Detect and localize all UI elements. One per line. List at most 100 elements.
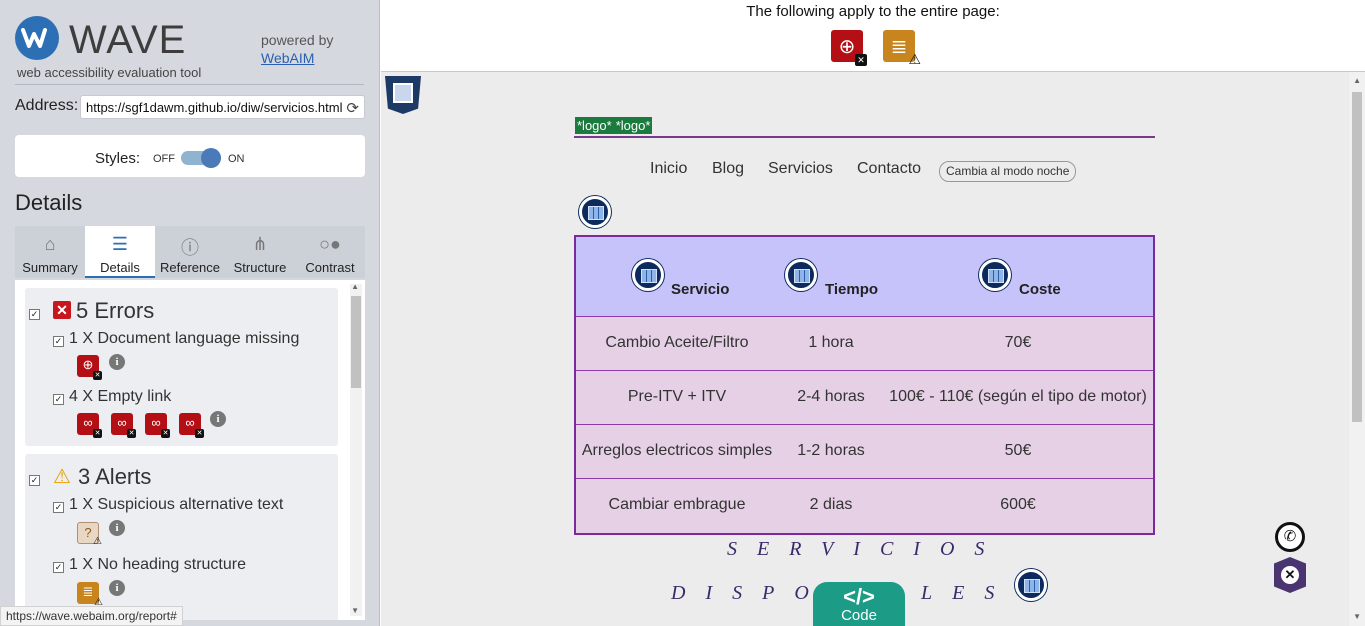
shield-close-icon[interactable]: ✕ bbox=[1274, 557, 1306, 593]
language-missing-icon[interactable]: ⊕ ✕ bbox=[77, 355, 102, 380]
tab-structure[interactable]: ⋔ Structure bbox=[225, 226, 295, 278]
styles-toggle-knob[interactable] bbox=[201, 148, 221, 168]
scroll-down-icon[interactable]: ▼ bbox=[351, 606, 359, 615]
error-item-checkbox[interactable]: ✓ bbox=[53, 394, 64, 405]
empty-link-icon[interactable]: ∞ ✕ bbox=[179, 413, 204, 438]
webaim-link[interactable]: WebAIM bbox=[261, 50, 314, 66]
table-cell: 100€ - 110€ (según el tipo de motor) bbox=[889, 388, 1147, 405]
alert-item-checkbox[interactable]: ✓ bbox=[53, 502, 64, 513]
scroll-down-icon[interactable]: ▼ bbox=[1353, 612, 1361, 621]
tab-structure-label: Structure bbox=[233, 260, 287, 275]
tab-reference-label: Reference bbox=[160, 260, 220, 275]
scroll-up-icon[interactable]: ▲ bbox=[351, 282, 359, 291]
table-row: Arreglos electricos simples 1-2 horas 50… bbox=[576, 425, 1153, 479]
alerts-checkbox[interactable]: ✓ bbox=[29, 475, 40, 486]
tab-contrast[interactable]: ○● Contrast bbox=[295, 226, 365, 278]
tab-contrast-label: Contrast bbox=[305, 260, 355, 275]
panel-scrollbar-thumb[interactable] bbox=[351, 296, 361, 388]
empty-link-icon[interactable]: ∞ ✕ bbox=[111, 413, 136, 438]
language-missing-icon[interactable]: ⊕ ✕ bbox=[831, 30, 867, 66]
panel-tabs: ⌂ Summary ☰ Details ⓘ Reference ⋔ Struct… bbox=[15, 226, 365, 278]
errors-checkbox[interactable]: ✓ bbox=[29, 309, 40, 320]
wave-logo-word: WAVE bbox=[69, 18, 187, 62]
wave-logo-icon bbox=[15, 16, 59, 60]
table-cell: Cambiar embrague bbox=[608, 496, 746, 513]
table-header-icon[interactable] bbox=[979, 259, 1011, 291]
styles-on-label: ON bbox=[228, 153, 245, 165]
logo-text: *logo* bbox=[575, 117, 614, 134]
empty-link-icon[interactable]: ∞ ✕ bbox=[77, 413, 102, 438]
alert-icon: ⚠ bbox=[53, 466, 71, 488]
sitemap-icon: ⋔ bbox=[252, 234, 268, 254]
info-icon[interactable]: i bbox=[109, 580, 125, 596]
suspicious-alt-text-icon[interactable]: ? ⚠ bbox=[77, 522, 102, 547]
table-header-icon[interactable] bbox=[785, 259, 817, 291]
contrast-icon: ○● bbox=[319, 234, 341, 254]
data-table-icon[interactable] bbox=[1015, 569, 1047, 601]
styles-toggle-box: Styles: OFF ON bbox=[15, 135, 365, 177]
table-header: Servicio Tiempo Coste bbox=[576, 237, 1153, 317]
info-icon[interactable]: i bbox=[210, 411, 226, 427]
wave-logo[interactable]: WAVE web accessibility evaluation tool bbox=[15, 14, 255, 80]
status-bar-url: https://wave.webaim.org/report# bbox=[0, 606, 183, 626]
table-cell: 50€ bbox=[1004, 442, 1032, 459]
scroll-up-icon[interactable]: ▲ bbox=[1353, 76, 1361, 85]
code-button-label: Code bbox=[841, 607, 877, 624]
address-value: https://sgf1dawm.github.io/diw/servicios… bbox=[86, 100, 343, 115]
tab-summary[interactable]: ⌂ Summary bbox=[15, 226, 85, 278]
alert-item-label[interactable]: 1 X No heading structure bbox=[69, 556, 246, 574]
table-header-cell: Servicio bbox=[671, 281, 730, 298]
logo-text: *logo* bbox=[613, 117, 653, 134]
table-header-icon[interactable] bbox=[632, 259, 664, 291]
alerts-group: ✓ ⚠ 3 Alerts ✓ 1 X Suspicious alternativ… bbox=[25, 454, 338, 620]
nav-servicios[interactable]: Servicios bbox=[768, 160, 833, 178]
nav-contacto[interactable]: Contacto bbox=[857, 160, 921, 178]
tab-details[interactable]: ☰ Details bbox=[85, 226, 155, 278]
code-button[interactable]: </> Code bbox=[813, 582, 905, 626]
error-item-label[interactable]: 1 X Document language missing bbox=[69, 330, 299, 348]
table-cell: Arreglos electricos simples bbox=[581, 442, 773, 459]
table-cell: 1-2 horas bbox=[797, 442, 865, 459]
error-item-checkbox[interactable]: ✓ bbox=[53, 336, 64, 347]
whatsapp-icon[interactable]: ✆ bbox=[1275, 522, 1305, 552]
reload-icon[interactable]: ⟳ bbox=[346, 99, 359, 117]
site-logo[interactable]: *logo* *logo* bbox=[575, 117, 653, 134]
no-heading-structure-icon[interactable]: ≣ ⚠ bbox=[883, 30, 921, 67]
nav-blog[interactable]: Blog bbox=[712, 160, 744, 178]
table-row: Cambiar embrague 2 dias 600€ bbox=[576, 479, 1153, 533]
tab-reference[interactable]: ⓘ Reference bbox=[155, 226, 225, 278]
table-cell: Pre-ITV + ITV bbox=[627, 388, 727, 405]
no-heading-structure-icon[interactable]: ≣ ⚠ bbox=[77, 582, 103, 608]
alert-item-checkbox[interactable]: ✓ bbox=[53, 562, 64, 573]
address-label: Address: bbox=[15, 97, 79, 114]
details-heading: Details bbox=[15, 190, 83, 215]
table-cell: 70€ bbox=[1004, 334, 1032, 351]
info-icon[interactable]: i bbox=[109, 520, 125, 536]
styles-off-label: OFF bbox=[153, 153, 175, 165]
table-row: Pre-ITV + ITV 2-4 horas 100€ - 110€ (seg… bbox=[576, 371, 1153, 425]
nav-inicio[interactable]: Inicio bbox=[650, 160, 687, 178]
address-input[interactable]: https://sgf1dawm.github.io/diw/servicios… bbox=[80, 95, 365, 119]
styles-label: Styles: bbox=[95, 150, 141, 167]
header-divider bbox=[574, 136, 1155, 138]
table-header-cell: Coste bbox=[1019, 281, 1061, 298]
list-icon: ☰ bbox=[111, 234, 129, 254]
data-table-icon[interactable] bbox=[579, 196, 611, 228]
info-icon[interactable]: i bbox=[109, 354, 125, 370]
info-icon: ⓘ bbox=[181, 238, 199, 258]
empty-link-icon[interactable]: ∞ ✕ bbox=[145, 413, 170, 438]
tab-summary-label: Summary bbox=[22, 260, 78, 275]
page-scrollbar-thumb[interactable] bbox=[1352, 92, 1362, 422]
html5-icon[interactable] bbox=[385, 76, 421, 114]
alerts-title: 3 Alerts bbox=[78, 464, 152, 489]
decorative-heading-line1: SERVICIOS bbox=[727, 538, 1005, 560]
alert-item-label[interactable]: 1 X Suspicious alternative text bbox=[69, 496, 283, 514]
services-table: Servicio Tiempo Coste Cambio Aceite/Filt… bbox=[574, 235, 1155, 535]
error-item-label[interactable]: 4 X Empty link bbox=[69, 388, 171, 406]
night-mode-button[interactable]: Cambia al modo noche bbox=[939, 161, 1077, 182]
powered-by-text: powered by bbox=[261, 32, 334, 48]
table-row: Cambio Aceite/Filtro 1 hora 70€ bbox=[576, 317, 1153, 371]
table-header-cell: Tiempo bbox=[825, 281, 879, 298]
screen: WAVE web accessibility evaluation tool p… bbox=[0, 0, 1365, 626]
table-cell: 600€ bbox=[1000, 496, 1036, 513]
